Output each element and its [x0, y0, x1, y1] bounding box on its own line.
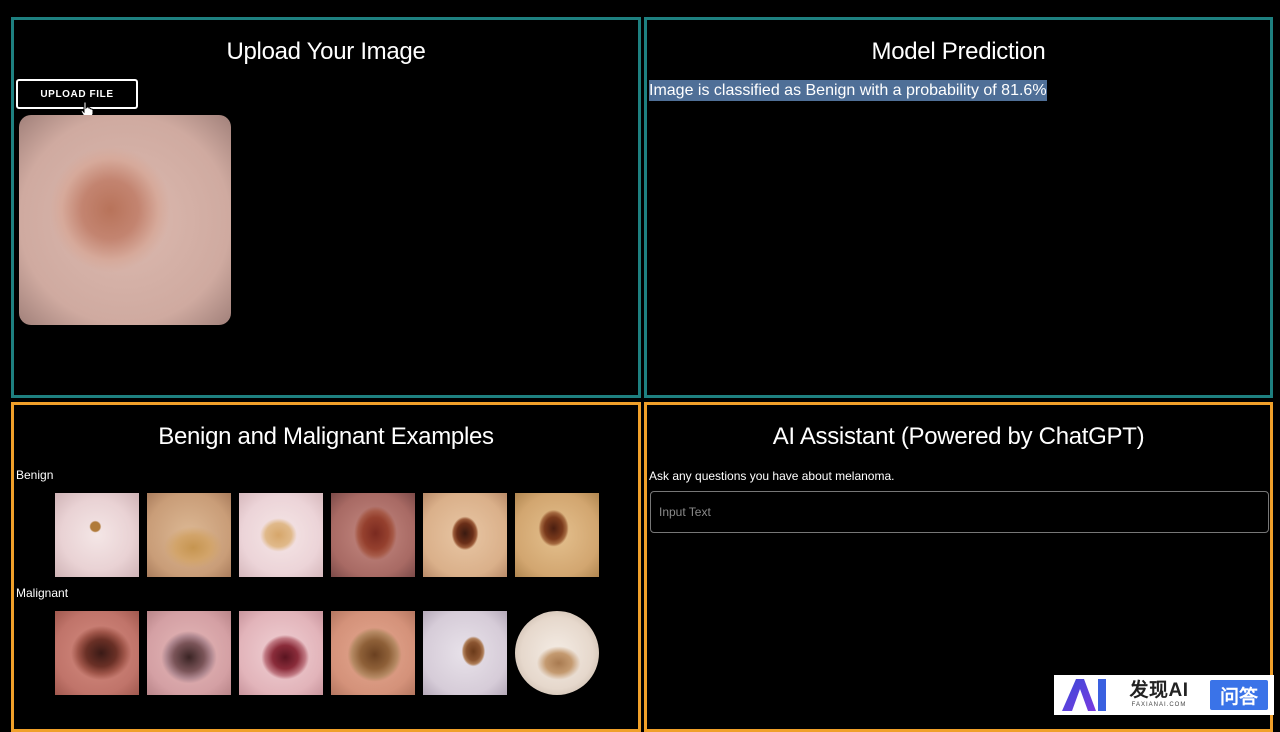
benign-example-image [55, 493, 139, 577]
malignant-examples-row [55, 611, 599, 695]
malignant-example-image [515, 611, 599, 695]
assistant-input[interactable] [650, 491, 1269, 533]
assistant-panel-title: AI Assistant (Powered by ChatGPT) [772, 423, 1145, 450]
benign-example-image [147, 493, 231, 577]
malignant-example-image [55, 611, 139, 695]
benign-label: Benign [16, 468, 54, 482]
examples-panel: Benign and Malignant Examples Benign Mal… [11, 402, 641, 732]
prediction-result[interactable]: Image is classified as Benign with a pro… [649, 80, 1047, 101]
prediction-panel: Model Prediction Image is classified as … [644, 17, 1273, 398]
malignant-example-image [147, 611, 231, 695]
benign-example-image [331, 493, 415, 577]
upload-panel-title: Upload Your Image [226, 38, 426, 65]
benign-examples-row [55, 493, 599, 577]
watermark-main-text: 发现AI [1129, 680, 1189, 701]
benign-example-image [239, 493, 323, 577]
assistant-description: Ask any questions you have about melanom… [649, 469, 895, 483]
malignant-label: Malignant [16, 586, 69, 600]
benign-example-image [423, 493, 507, 577]
malignant-example-image [331, 611, 415, 695]
watermark-badge: 问答 [1210, 680, 1268, 710]
examples-panel-title: Benign and Malignant Examples [158, 423, 494, 450]
prediction-result-text: Image is classified as Benign with a pro… [649, 80, 1047, 101]
watermark-text: 发现AI FAXIANAI.COM [1114, 681, 1204, 709]
prediction-panel-title: Model Prediction [871, 38, 1046, 65]
watermark-sub-text: FAXIANAI.COM [1131, 702, 1187, 708]
upload-panel: Upload Your Image UPLOAD FILE [11, 17, 641, 398]
benign-example-image [515, 493, 599, 577]
malignant-example-image [423, 611, 507, 695]
malignant-example-image [239, 611, 323, 695]
watermark-banner: 发现AI FAXIANAI.COM 问答 [1054, 675, 1274, 715]
ai-logo-icon [1062, 679, 1106, 711]
upload-file-button[interactable]: UPLOAD FILE [16, 79, 138, 109]
uploaded-lesion-image [19, 115, 231, 325]
